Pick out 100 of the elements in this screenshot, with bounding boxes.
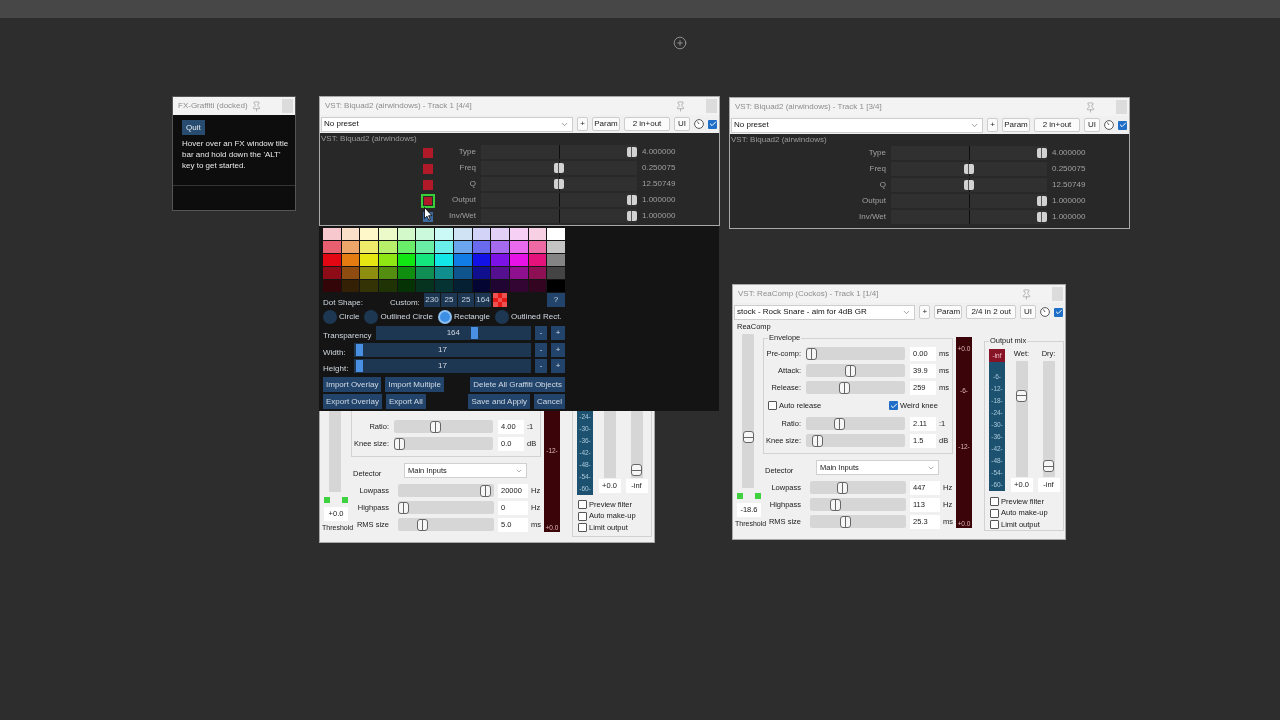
enable-checkbox[interactable] bbox=[1118, 120, 1127, 130]
color-swatch[interactable] bbox=[472, 228, 491, 240]
preset-dropdown[interactable]: No preset bbox=[321, 116, 573, 132]
color-swatch[interactable] bbox=[435, 254, 453, 266]
slider-thumb[interactable] bbox=[430, 420, 442, 433]
color-swatch[interactable] bbox=[547, 228, 565, 240]
color-swatch[interactable] bbox=[453, 267, 472, 279]
action-button[interactable]: Import Multiple bbox=[385, 377, 444, 392]
color-swatch[interactable] bbox=[323, 267, 341, 279]
color-swatch[interactable] bbox=[416, 267, 435, 279]
increase-button[interactable]: + bbox=[551, 326, 565, 340]
slider-track[interactable] bbox=[891, 162, 1047, 176]
slider-track[interactable] bbox=[806, 381, 905, 394]
checkbox[interactable] bbox=[578, 500, 587, 510]
slider-track[interactable] bbox=[1042, 361, 1055, 477]
radio-button[interactable] bbox=[494, 310, 509, 324]
slider-thumb[interactable] bbox=[1043, 459, 1054, 472]
color-swatch[interactable] bbox=[491, 228, 509, 240]
color-swatch[interactable] bbox=[379, 280, 397, 292]
slider-track[interactable] bbox=[806, 417, 905, 430]
color-swatch[interactable] bbox=[341, 254, 360, 266]
color-swatch[interactable] bbox=[379, 241, 397, 253]
slider-track[interactable] bbox=[398, 501, 494, 514]
enable-checkbox[interactable] bbox=[1054, 307, 1063, 317]
color-swatch[interactable] bbox=[360, 228, 379, 240]
color-swatch[interactable] bbox=[453, 254, 472, 266]
slider-track[interactable] bbox=[481, 209, 637, 223]
color-swatch[interactable] bbox=[509, 241, 528, 253]
color-swatch[interactable] bbox=[360, 267, 379, 279]
knob-icon[interactable] bbox=[694, 119, 704, 129]
slider-track[interactable]: 164 bbox=[375, 326, 531, 340]
slider-track[interactable] bbox=[891, 194, 1047, 208]
slider-track[interactable] bbox=[630, 411, 643, 478]
checkbox[interactable] bbox=[889, 401, 898, 410]
slider-thumb[interactable] bbox=[834, 417, 846, 430]
color-swatch[interactable] bbox=[341, 241, 360, 253]
custom-value-field[interactable]: 25 bbox=[441, 293, 457, 307]
knob-icon[interactable] bbox=[1040, 307, 1050, 317]
color-swatch[interactable] bbox=[416, 280, 435, 292]
color-swatch[interactable] bbox=[416, 228, 435, 240]
radio-button[interactable] bbox=[364, 310, 379, 324]
slider-thumb[interactable] bbox=[355, 344, 363, 356]
ui-button[interactable]: UI bbox=[674, 117, 690, 131]
radio-button[interactable] bbox=[323, 310, 337, 324]
slider-thumb[interactable] bbox=[837, 481, 849, 494]
color-swatch[interactable] bbox=[509, 267, 528, 279]
color-swatch[interactable] bbox=[491, 280, 509, 292]
routing-button[interactable]: 2 in+out bbox=[624, 117, 670, 131]
checkbox[interactable] bbox=[578, 511, 587, 521]
enable-checkbox[interactable] bbox=[708, 119, 717, 129]
slider-track[interactable]: 17 bbox=[354, 359, 531, 373]
custom-value-field[interactable]: 230 bbox=[424, 293, 440, 307]
slider-track[interactable] bbox=[891, 178, 1047, 192]
slider-thumb[interactable] bbox=[964, 164, 974, 174]
slider-thumb[interactable] bbox=[480, 484, 492, 497]
color-swatch[interactable] bbox=[397, 280, 416, 292]
increase-button[interactable]: + bbox=[551, 359, 565, 373]
slider-thumb[interactable] bbox=[627, 195, 637, 205]
slider-thumb[interactable] bbox=[1037, 148, 1047, 158]
param-button[interactable]: Param bbox=[592, 117, 620, 131]
radio-button[interactable] bbox=[437, 310, 452, 324]
slider-thumb[interactable] bbox=[806, 347, 817, 360]
color-swatch[interactable] bbox=[397, 228, 416, 240]
color-swatch[interactable] bbox=[323, 254, 341, 266]
slider-thumb[interactable] bbox=[627, 147, 637, 157]
color-swatch[interactable] bbox=[435, 280, 453, 292]
preset-dropdown[interactable]: No preset bbox=[731, 117, 983, 133]
color-swatch[interactable] bbox=[472, 267, 491, 279]
custom-value-field[interactable]: 25 bbox=[458, 293, 474, 307]
color-swatch[interactable] bbox=[491, 267, 509, 279]
decrease-button[interactable]: - bbox=[535, 326, 547, 340]
threshold-slider-track[interactable] bbox=[742, 334, 754, 488]
slider-thumb[interactable] bbox=[355, 360, 363, 372]
color-swatch[interactable] bbox=[416, 241, 435, 253]
color-swatch[interactable] bbox=[547, 267, 565, 279]
slider-track[interactable] bbox=[1015, 361, 1028, 477]
slider-thumb[interactable] bbox=[416, 518, 428, 531]
slider-thumb[interactable] bbox=[838, 381, 850, 394]
color-swatch[interactable] bbox=[491, 254, 509, 266]
knob-icon[interactable] bbox=[1104, 120, 1114, 130]
slider-thumb[interactable] bbox=[394, 437, 405, 450]
color-swatch[interactable] bbox=[509, 228, 528, 240]
slider-track[interactable] bbox=[810, 481, 906, 494]
param-button[interactable]: Param bbox=[1002, 118, 1030, 132]
color-swatch[interactable] bbox=[491, 241, 509, 253]
slider-track[interactable] bbox=[806, 347, 905, 360]
color-swatch[interactable] bbox=[509, 254, 528, 266]
slider-track[interactable] bbox=[891, 210, 1047, 224]
slider-track[interactable] bbox=[891, 146, 1047, 160]
color-swatch[interactable] bbox=[323, 241, 341, 253]
slider-thumb[interactable] bbox=[1016, 390, 1027, 403]
color-swatch[interactable] bbox=[416, 254, 435, 266]
color-swatch[interactable] bbox=[397, 241, 416, 253]
color-swatch[interactable] bbox=[435, 241, 453, 253]
plus-circle-icon[interactable] bbox=[673, 36, 687, 50]
slider-thumb[interactable] bbox=[742, 430, 754, 443]
action-button[interactable]: Export All bbox=[385, 394, 426, 409]
quit-button[interactable]: Quit bbox=[182, 120, 205, 135]
action-button[interactable]: Delete All Graffiti Objects bbox=[470, 377, 565, 392]
increase-button[interactable]: + bbox=[551, 343, 565, 357]
